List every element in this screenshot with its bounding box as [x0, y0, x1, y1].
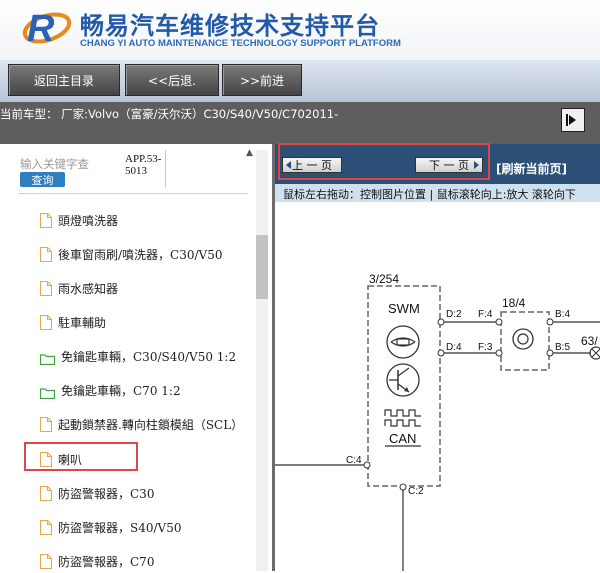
document-icon [39, 519, 53, 535]
app-subtitle: CHANG YI AUTO MAINTENANCE TECHNOLOGY SUP… [80, 38, 401, 49]
pin-b5 [546, 349, 554, 357]
tree-divider [18, 193, 248, 194]
pin-f4-label: F:4 [478, 309, 493, 320]
tree-item[interactable]: 起動鎖禁器.轉向柱鎖模組（SCL） [39, 414, 244, 434]
tree-item-label: 駐車輔助 [58, 315, 107, 330]
logo-icon: R [22, 8, 72, 50]
wiring-diagram[interactable]: 3/254 SWM CAN D:2 D:4 18/4 F:4 F:3 B:4 B… [275, 202, 600, 571]
current-vehicle-text: 当前车型： 厂家:Volvo（富豪/沃尔沃）C30/S40/V50/C70201… [0, 107, 339, 121]
tree-item[interactable]: 免鑰匙車輛，C70 1:2 [39, 380, 181, 400]
document-icon [39, 485, 53, 501]
pin-b4 [546, 318, 554, 326]
pin-f3-label: F:3 [478, 342, 493, 353]
highlight-box-horn [24, 442, 138, 471]
tree-item-label: 雨水感知器 [58, 281, 119, 296]
arrow-right-icon [569, 115, 576, 125]
keyword-input[interactable]: 输入关键字查 [20, 156, 89, 172]
document-icon [39, 416, 53, 432]
forward-button[interactable]: >>前进 [222, 64, 302, 96]
back-button[interactable]: <<后退. [125, 64, 219, 96]
pin-d4-label: D:4 [446, 342, 462, 353]
pin-f4 [495, 318, 503, 326]
tree-item[interactable]: 防盜警報器，C70 [39, 551, 155, 571]
pin-c2 [399, 483, 407, 491]
tree-item[interactable]: 頭燈噴洗器 [39, 210, 119, 230]
scrollbar-thumb[interactable] [256, 235, 268, 299]
horn-part-box [500, 311, 550, 371]
app-code: APP.53-5013 [125, 153, 162, 177]
document-icon [39, 280, 53, 296]
pin-b5-label: B:5 [555, 342, 570, 353]
hint-text: 鼠标左右拖动：控制图片位置 | 鼠标滚轮向上:放大 滚轮向下 [283, 188, 576, 201]
can-label: CAN [389, 431, 416, 446]
document-icon [39, 212, 53, 228]
tree-item-label: 防盜警報器，C70 [58, 554, 155, 569]
tree-item[interactable]: 防盜警報器，S40/V50 [39, 517, 182, 537]
scroll-up-icon[interactable]: ▲ [246, 148, 253, 158]
tree-item-label: 起動鎖禁器.轉向柱鎖模組（SCL） [58, 417, 244, 432]
part-id-label-2: 63/ [581, 334, 598, 348]
part-id-label: 18/4 [502, 296, 526, 310]
module-id-label: 3/254 [369, 272, 399, 286]
pin-f3 [495, 349, 503, 357]
query-button[interactable]: 查询 [20, 172, 65, 187]
tree-item-label: 免鑰匙車輛，C70 1:2 [61, 383, 181, 398]
tree-item[interactable]: 免鑰匙車輛，C30/S40/V50 1:2 [39, 346, 237, 366]
document-icon [39, 314, 53, 330]
hint-bar: 鼠标左右拖动：控制图片位置 | 鼠标滚轮向上:放大 滚轮向下 [275, 184, 600, 202]
folder-icon [39, 350, 56, 366]
toggle-panel-button[interactable] [561, 108, 585, 132]
tree-item[interactable]: 後車窗雨刷/噴洗器，C30/V50 [39, 244, 223, 264]
pin-d2-label: D:2 [446, 309, 462, 320]
app-header: R 畅易汽车维修技术支持平台 CHANG YI AUTO MAINTENANCE… [0, 0, 600, 60]
document-icon [39, 246, 53, 262]
pin-c2-label: C:2 [408, 486, 424, 497]
tree-item[interactable]: 雨水感知器 [39, 278, 119, 298]
pin-d2 [437, 318, 445, 326]
tree-item-label: 後車窗雨刷/噴洗器，C30/V50 [58, 247, 223, 262]
swm-module-box [367, 285, 441, 487]
tree-item[interactable]: 駐車輔助 [39, 312, 107, 332]
toggle-bar-icon [566, 114, 568, 126]
app-title: 畅易汽车维修技术支持平台 [80, 12, 380, 40]
tree-item-label: 免鑰匙車輛，C30/S40/V50 1:2 [61, 349, 237, 364]
folder-icon [39, 384, 56, 400]
lamp-icon [589, 346, 600, 360]
vehicle-bar: 当前车型： 厂家:Volvo（富豪/沃尔沃）C30/S40/V50/C70201… [0, 102, 600, 144]
tree-item-label: 防盜警報器，S40/V50 [58, 520, 182, 535]
tree-item-label: 頭燈噴洗器 [58, 213, 119, 228]
home-button[interactable]: 返回主目录 [8, 64, 120, 96]
highlight-box-paging [278, 143, 490, 180]
document-icon [39, 553, 53, 569]
scrollbar-track[interactable] [256, 150, 268, 571]
tree-item[interactable]: 防盜警報器，C30 [39, 483, 155, 503]
pin-b4-label: B:4 [555, 309, 570, 320]
nav-bar: 返回主目录 <<后退. >>前进 [0, 60, 600, 102]
pin-c4 [363, 461, 371, 469]
swm-label: SWM [388, 301, 420, 316]
pin-d4 [437, 349, 445, 357]
tree-item-label: 防盜警報器，C30 [58, 486, 155, 501]
refresh-page-link[interactable]: [刷新当前页] [496, 160, 567, 177]
svg-text:R: R [27, 8, 55, 50]
pin-c4-label: C:4 [346, 455, 362, 466]
